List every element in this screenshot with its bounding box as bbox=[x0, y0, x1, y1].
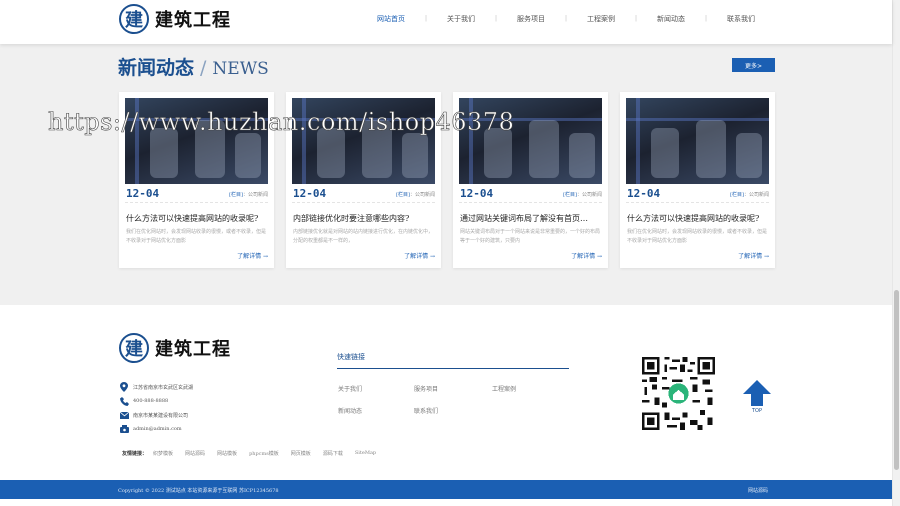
quick-links-title: 快速链接 bbox=[337, 353, 365, 361]
friend-link[interactable]: SiteMap bbox=[355, 450, 376, 457]
contact-address: 江苏省南京市玄武区玄武湖 bbox=[119, 380, 193, 394]
news-card-date: 12-04 bbox=[126, 187, 160, 200]
nav-item-cases[interactable]: 工程案例 bbox=[565, 14, 636, 24]
footer-contact: 江苏省南京市玄武区玄武湖 400-888-8888 南京市某某建设有限公司 ad… bbox=[119, 380, 193, 436]
card-divider bbox=[459, 202, 602, 203]
footer-logo[interactable]: 建 建筑工程 bbox=[119, 333, 231, 363]
news-card-readmore-link[interactable]: 了解详情 → bbox=[404, 251, 435, 260]
news-more-button[interactable]: 更多> bbox=[732, 58, 775, 72]
contact-text: 400-888-8888 bbox=[133, 398, 169, 404]
quick-link-contact[interactable]: 联系我们 bbox=[414, 406, 438, 415]
quick-link-about[interactable]: 关于我们 bbox=[338, 384, 362, 393]
logo-text: 建筑工程 bbox=[155, 339, 231, 360]
news-card-excerpt: 我们在优化网站时，会发现网站收录的很慢，或者不收录，但是不收录对于网站优化方面影 bbox=[126, 229, 266, 244]
news-card-title[interactable]: 什么方法可以快速提高网站的收录呢? bbox=[126, 213, 268, 224]
news-card-category: [栏目]：公司新闻 bbox=[229, 191, 268, 198]
quick-link-services[interactable]: 服务项目 bbox=[414, 384, 438, 393]
contact-text[interactable]: admin@admin.com bbox=[133, 426, 182, 432]
news-card-category: [栏目]：公司新闻 bbox=[563, 191, 602, 198]
news-card-title[interactable]: 通过网站关键词布局了解没有首页… bbox=[460, 213, 602, 224]
quick-link-cases[interactable]: 工程案例 bbox=[492, 384, 516, 393]
site-header: 建 建筑工程 网站首页 关于我们 服务项目 工程案例 新闻动态 联系我们 bbox=[0, 0, 892, 44]
category-name: ：公司新闻 bbox=[242, 192, 268, 198]
mail-icon bbox=[119, 410, 129, 420]
friend-link[interactable]: phpcms模板 bbox=[249, 450, 279, 457]
news-card[interactable]: 12-04 [栏目]：公司新闻 什么方法可以快速提高网站的收录呢? 我们在优化网… bbox=[620, 92, 775, 268]
footer-bottom-bar: Copyright © 2022 测试站点 本站资源来源于互联网 苏ICP123… bbox=[0, 480, 892, 499]
logo-text: 建筑工程 bbox=[155, 10, 231, 31]
friend-link[interactable]: 织梦模板 bbox=[153, 450, 173, 457]
page: 建 建筑工程 网站首页 关于我们 服务项目 工程案例 新闻动态 联系我们 新闻动… bbox=[0, 0, 900, 506]
quick-link-news[interactable]: 新闻动态 bbox=[338, 406, 362, 415]
news-card-readmore-link[interactable]: 了解详情 → bbox=[571, 251, 602, 260]
nav-item-news[interactable]: 新闻动态 bbox=[635, 14, 706, 24]
section-title-separator: / bbox=[200, 57, 207, 79]
footer-bottom-link[interactable]: 网站源码 bbox=[748, 487, 768, 494]
news-card-date: 12-04 bbox=[627, 187, 661, 200]
nav-item-services[interactable]: 服务项目 bbox=[495, 14, 566, 24]
news-card-excerpt: 我们在优化网站时，会发现网站收录的很慢，或者不收录，但是不收录对于网站优化方面影 bbox=[627, 229, 767, 244]
card-divider bbox=[125, 202, 268, 203]
nav-item-contact[interactable]: 联系我们 bbox=[705, 14, 776, 24]
friend-link[interactable]: 源码下载 bbox=[323, 450, 343, 457]
contact-email: admin@admin.com bbox=[119, 422, 193, 436]
quick-links-underline bbox=[337, 368, 569, 369]
category-name: ：公司新闻 bbox=[576, 192, 602, 198]
qr-code-image bbox=[642, 357, 715, 430]
main-nav: 网站首页 关于我们 服务项目 工程案例 新闻动态 联系我们 bbox=[356, 14, 776, 24]
contact-text: 南京市某某建设有限公司 bbox=[133, 412, 189, 419]
watermark-url: https://www.huzhan.com/ishop46378 bbox=[48, 108, 515, 137]
back-to-top-label: TOP bbox=[751, 408, 762, 414]
news-card-category: [栏目]：公司新闻 bbox=[730, 191, 769, 198]
friend-links: 友情链接： 织梦模板 网站源码 网站模板 phpcms模板 网页模板 源码下载 … bbox=[122, 450, 388, 457]
category-tag[interactable]: [栏目] bbox=[730, 192, 744, 198]
scrollbar-thumb[interactable] bbox=[894, 290, 899, 470]
news-card-title[interactable]: 内部链接优化时要注意哪些内容? bbox=[293, 213, 435, 224]
category-tag[interactable]: [栏目] bbox=[563, 192, 577, 198]
news-card-date: 12-04 bbox=[293, 187, 327, 200]
phone-icon bbox=[119, 396, 129, 406]
friend-link[interactable]: 网站模板 bbox=[217, 450, 237, 457]
contact-phone: 400-888-8888 bbox=[119, 394, 193, 408]
copyright-text: Copyright © 2022 测试站点 本站资源来源于互联网 苏ICP123… bbox=[118, 488, 279, 494]
logo-badge-icon: 建 bbox=[119, 333, 149, 363]
back-to-top-button[interactable]: TOP bbox=[742, 378, 772, 418]
section-title-en: NEWS bbox=[212, 59, 269, 79]
news-section-title: 新闻动态 / NEWS bbox=[118, 53, 269, 80]
card-divider bbox=[626, 202, 769, 203]
news-card-date: 12-04 bbox=[460, 187, 494, 200]
friend-link[interactable]: 网页模板 bbox=[291, 450, 311, 457]
nav-item-about[interactable]: 关于我们 bbox=[425, 14, 496, 24]
news-card-category: [栏目]：公司新闻 bbox=[396, 191, 435, 198]
nav-item-home[interactable]: 网站首页 bbox=[356, 14, 426, 24]
friend-link[interactable]: 网站源码 bbox=[185, 450, 205, 457]
location-icon bbox=[119, 382, 129, 392]
friend-links-label: 友情链接： bbox=[122, 451, 148, 457]
category-name: ：公司新闻 bbox=[743, 192, 769, 198]
category-tag[interactable]: [栏目] bbox=[396, 192, 410, 198]
news-card-excerpt: 内部链接优化就是对网站的站内链接进行优化，在内链优化中，分配的权重都是不一样的， bbox=[293, 229, 433, 244]
news-card-readmore-link[interactable]: 了解详情 → bbox=[237, 251, 268, 260]
arrow-up-icon bbox=[743, 380, 771, 406]
card-divider bbox=[292, 202, 435, 203]
news-card-image[interactable] bbox=[626, 98, 769, 184]
logo-badge-icon: 建 bbox=[119, 4, 149, 34]
section-title-cn: 新闻动态 bbox=[118, 57, 195, 79]
contact-company: 南京市某某建设有限公司 bbox=[119, 408, 193, 422]
category-name: ：公司新闻 bbox=[409, 192, 435, 198]
category-tag[interactable]: [栏目] bbox=[229, 192, 243, 198]
news-card-excerpt: 网站关键词布局对于一个网站来说是非常重要的，一个好的布局等于一个好的建筑，只要内 bbox=[460, 229, 600, 244]
news-card-readmore-link[interactable]: 了解详情 → bbox=[738, 251, 769, 260]
page-scrollbar[interactable] bbox=[892, 0, 900, 506]
contact-text: 江苏省南京市玄武区玄武湖 bbox=[133, 384, 194, 391]
news-card-title[interactable]: 什么方法可以快速提高网站的收录呢? bbox=[627, 213, 769, 224]
site-logo[interactable]: 建 建筑工程 bbox=[119, 4, 231, 34]
fax-icon bbox=[119, 424, 129, 434]
